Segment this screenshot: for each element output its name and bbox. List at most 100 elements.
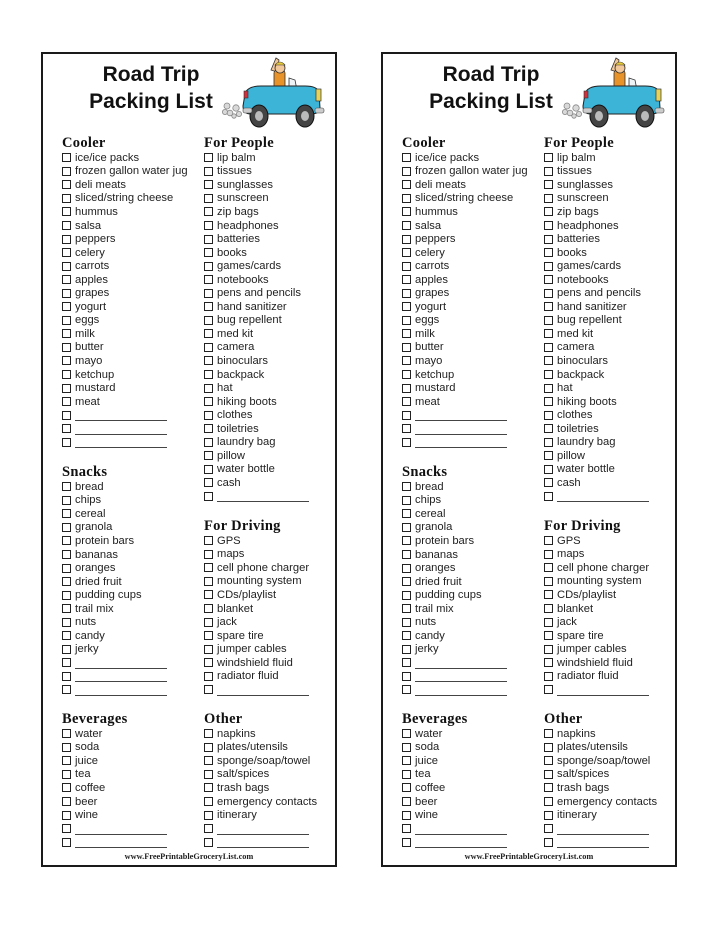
write-in-line[interactable] xyxy=(75,838,167,849)
write-in-line[interactable] xyxy=(415,438,507,449)
checkbox[interactable] xyxy=(62,424,71,434)
checkbox[interactable] xyxy=(204,536,213,546)
checkbox[interactable] xyxy=(402,563,411,573)
checkbox[interactable] xyxy=(544,810,553,820)
checkbox[interactable] xyxy=(204,397,213,407)
checkbox[interactable] xyxy=(402,482,411,492)
checkbox[interactable] xyxy=(204,342,213,352)
checkbox[interactable] xyxy=(402,729,411,739)
write-in-line[interactable] xyxy=(217,492,309,503)
checkbox[interactable] xyxy=(62,329,71,339)
checkbox[interactable] xyxy=(62,234,71,244)
checkbox[interactable] xyxy=(544,451,553,461)
checkbox[interactable] xyxy=(402,783,411,793)
checkbox[interactable] xyxy=(544,837,553,847)
checkbox[interactable] xyxy=(402,617,411,627)
checkbox[interactable] xyxy=(204,491,213,501)
checkbox[interactable] xyxy=(62,193,71,203)
checkbox[interactable] xyxy=(544,356,553,366)
checkbox[interactable] xyxy=(62,495,71,505)
checkbox[interactable] xyxy=(544,153,553,163)
checkbox[interactable] xyxy=(544,576,553,586)
checkbox[interactable] xyxy=(402,166,411,176)
checkbox[interactable] xyxy=(62,617,71,627)
checkbox[interactable] xyxy=(544,644,553,654)
checkbox[interactable] xyxy=(544,288,553,298)
checkbox[interactable] xyxy=(402,397,411,407)
checkbox[interactable] xyxy=(204,234,213,244)
checkbox[interactable] xyxy=(62,261,71,271)
checkbox[interactable] xyxy=(62,275,71,285)
checkbox[interactable] xyxy=(402,495,411,505)
write-in-line[interactable] xyxy=(415,672,507,683)
checkbox[interactable] xyxy=(62,180,71,190)
checkbox[interactable] xyxy=(544,729,553,739)
checkbox[interactable] xyxy=(62,783,71,793)
checkbox[interactable] xyxy=(544,536,553,546)
checkbox[interactable] xyxy=(62,437,71,447)
checkbox[interactable] xyxy=(402,577,411,587)
checkbox[interactable] xyxy=(544,315,553,325)
checkbox[interactable] xyxy=(544,424,553,434)
checkbox[interactable] xyxy=(544,410,553,420)
checkbox[interactable] xyxy=(402,742,411,752)
checkbox[interactable] xyxy=(402,756,411,766)
checkbox[interactable] xyxy=(62,302,71,312)
write-in-line[interactable] xyxy=(557,825,649,835)
checkbox[interactable] xyxy=(544,742,553,752)
checkbox[interactable] xyxy=(402,383,411,393)
checkbox[interactable] xyxy=(544,590,553,600)
checkbox[interactable] xyxy=(204,576,213,586)
checkbox[interactable] xyxy=(402,248,411,258)
checkbox[interactable] xyxy=(402,275,411,285)
checkbox[interactable] xyxy=(402,234,411,244)
checkbox[interactable] xyxy=(204,424,213,434)
checkbox[interactable] xyxy=(204,288,213,298)
checkbox[interactable] xyxy=(544,824,553,834)
checkbox[interactable] xyxy=(402,370,411,380)
checkbox[interactable] xyxy=(204,769,213,779)
write-in-line[interactable] xyxy=(557,492,649,503)
checkbox[interactable] xyxy=(204,329,213,339)
checkbox[interactable] xyxy=(204,729,213,739)
checkbox[interactable] xyxy=(62,604,71,614)
checkbox[interactable] xyxy=(204,166,213,176)
checkbox[interactable] xyxy=(544,383,553,393)
checkbox[interactable] xyxy=(402,837,411,847)
checkbox[interactable] xyxy=(204,563,213,573)
checkbox[interactable] xyxy=(62,769,71,779)
checkbox[interactable] xyxy=(402,180,411,190)
checkbox[interactable] xyxy=(204,302,213,312)
checkbox[interactable] xyxy=(544,329,553,339)
checkbox[interactable] xyxy=(544,671,553,681)
write-in-line[interactable] xyxy=(75,659,167,669)
checkbox[interactable] xyxy=(544,478,553,488)
checkbox[interactable] xyxy=(402,424,411,434)
checkbox[interactable] xyxy=(62,590,71,600)
checkbox[interactable] xyxy=(402,437,411,447)
checkbox[interactable] xyxy=(62,550,71,559)
checkbox[interactable] xyxy=(402,536,411,546)
write-in-line[interactable] xyxy=(557,686,649,696)
checkbox[interactable] xyxy=(544,464,553,474)
checkbox[interactable] xyxy=(204,410,213,420)
checkbox[interactable] xyxy=(62,837,71,847)
checkbox[interactable] xyxy=(204,824,213,834)
checkbox[interactable] xyxy=(402,221,411,230)
write-in-line[interactable] xyxy=(415,825,507,835)
checkbox[interactable] xyxy=(62,482,71,492)
write-in-line[interactable] xyxy=(75,686,167,696)
checkbox[interactable] xyxy=(402,644,411,654)
checkbox[interactable] xyxy=(62,342,71,352)
write-in-line[interactable] xyxy=(415,659,507,669)
checkbox[interactable] xyxy=(62,522,71,532)
checkbox[interactable] xyxy=(204,451,213,461)
checkbox[interactable] xyxy=(62,248,71,258)
checkbox[interactable] xyxy=(62,563,71,573)
checkbox[interactable] xyxy=(204,590,213,600)
checkbox[interactable] xyxy=(62,288,71,298)
checkbox[interactable] xyxy=(62,577,71,587)
checkbox[interactable] xyxy=(62,221,71,230)
checkbox[interactable] xyxy=(402,302,411,312)
checkbox[interactable] xyxy=(204,742,213,752)
